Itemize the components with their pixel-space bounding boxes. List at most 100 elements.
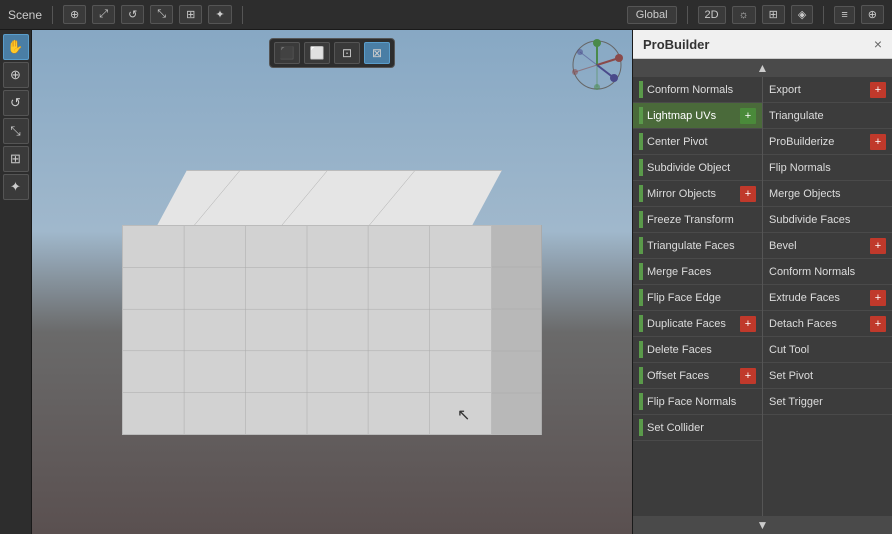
pb-plus-btn[interactable]: + (740, 108, 756, 124)
pb-left-item-9[interactable]: Duplicate Faces+ (633, 311, 762, 337)
pb-separator (639, 81, 643, 98)
pb-plus-btn[interactable]: + (870, 134, 886, 150)
pb-left-item-12[interactable]: Flip Face Normals (633, 389, 762, 415)
pb-header: ProBuilder × (633, 30, 892, 59)
pb-item-label: ProBuilderize (769, 136, 870, 148)
pb-plus-btn[interactable]: + (740, 316, 756, 332)
pb-right-item-6[interactable]: Bevel+ (763, 233, 892, 259)
pb-left-item-2[interactable]: Center Pivot (633, 129, 762, 155)
left-toolbar: ✋ ⊕ ↺ ⤡ ⊞ ✦ (0, 30, 32, 534)
pb-plus-btn[interactable]: + (870, 82, 886, 98)
nav-gizmo[interactable] (567, 35, 627, 95)
pb-item-label: Extrude Faces (769, 292, 870, 304)
move-mode-btn[interactable]: ⤢ (92, 5, 115, 24)
pb-separator (639, 211, 643, 228)
pb-left-item-5[interactable]: Freeze Transform (633, 207, 762, 233)
pb-right-item-9[interactable]: Detach Faces+ (763, 311, 892, 337)
pb-right-item-10[interactable]: Cut Tool (763, 337, 892, 363)
pb-item-label: Merge Faces (647, 266, 756, 278)
pb-separator (639, 341, 643, 358)
pb-separator (639, 133, 643, 150)
pb-left-item-4[interactable]: Mirror Objects+ (633, 181, 762, 207)
pb-right-item-1[interactable]: Triangulate (763, 103, 892, 129)
pb-scroll-down-btn[interactable]: ▼ (633, 516, 892, 534)
pb-left-item-13[interactable]: Set Collider (633, 415, 762, 441)
pb-item-label: Export (769, 84, 870, 96)
right-grid (492, 225, 541, 435)
vert-mode-btn[interactable]: ⬛ (274, 42, 300, 64)
pb-right-item-5[interactable]: Subdivide Faces (763, 207, 892, 233)
pb-item-label: Freeze Transform (647, 214, 756, 226)
light-view-btn[interactable]: ☼ (732, 6, 756, 24)
pb-item-label: Center Pivot (647, 136, 756, 148)
persp-mode-btn[interactable]: ⊕ (63, 5, 86, 24)
pb-left-item-6[interactable]: Triangulate Faces (633, 233, 762, 259)
pb-left-item-1[interactable]: Lightmap UVs+ (633, 103, 762, 129)
rect-tool-btn[interactable]: ⊞ (3, 146, 29, 172)
pb-separator (639, 315, 643, 332)
pb-left-item-10[interactable]: Delete Faces (633, 337, 762, 363)
pb-plus-btn[interactable]: + (740, 368, 756, 384)
pb-item-label: Set Collider (647, 422, 756, 434)
rect-mode-btn[interactable]: ⊞ (179, 5, 202, 24)
pb-scroll-up-btn[interactable]: ▲ (633, 59, 892, 77)
pb-item-label: Offset Faces (647, 370, 740, 382)
pb-right-item-11[interactable]: Set Pivot (763, 363, 892, 389)
pb-separator (639, 393, 643, 410)
pb-right-item-7[interactable]: Conform Normals (763, 259, 892, 285)
pb-right-item-8[interactable]: Extrude Faces+ (763, 285, 892, 311)
face-mode-btn[interactable]: ⊡ (334, 42, 360, 64)
rotate-tool-btn[interactable]: ↺ (3, 90, 29, 116)
pb-item-label: Cut Tool (769, 344, 886, 356)
multi-mode-btn[interactable]: ✦ (208, 5, 231, 24)
hand-tool-btn[interactable]: ✋ (3, 34, 29, 60)
2d-view-btn[interactable]: 2D (698, 6, 726, 24)
pb-item-label: Subdivide Object (647, 162, 756, 174)
viewport[interactable]: ⬛ ⬜ ⊡ ⊠ (32, 30, 632, 534)
pb-left-item-11[interactable]: Offset Faces+ (633, 363, 762, 389)
pb-close-btn[interactable]: × (874, 36, 882, 52)
pb-columns: Conform Normals Lightmap UVs+ Center Pivot… (633, 77, 892, 516)
pb-plus-btn[interactable]: + (870, 238, 886, 254)
cam-view-btn[interactable]: ◈ (791, 5, 813, 24)
global-btn[interactable]: Global (627, 6, 677, 24)
pb-separator (639, 185, 643, 202)
scale-tool-btn[interactable]: ⤡ (3, 118, 29, 144)
pb-item-label: Merge Objects (769, 188, 886, 200)
pb-item-label: Conform Normals (647, 84, 756, 96)
obj-mode-btn[interactable]: ⊠ (364, 42, 390, 64)
pb-item-label: Subdivide Faces (769, 214, 886, 226)
gizmo-btn[interactable]: ⊕ (861, 5, 884, 24)
pb-item-label: Flip Normals (769, 162, 886, 174)
layers-btn[interactable]: ≡ (834, 6, 854, 24)
front-grid (123, 226, 491, 434)
pb-item-label: Conform Normals (769, 266, 886, 278)
edge-mode-btn[interactable]: ⬜ (304, 42, 330, 64)
pb-left-item-3[interactable]: Subdivide Object (633, 155, 762, 181)
scene-label: Scene (8, 8, 42, 22)
pb-right-item-12[interactable]: Set Trigger (763, 389, 892, 415)
move-tool-btn[interactable]: ⊕ (3, 62, 29, 88)
pb-plus-btn[interactable]: + (870, 316, 886, 332)
pb-plus-btn[interactable]: + (870, 290, 886, 306)
pb-right-col: Export+TriangulateProBuilderize+Flip Nor… (763, 77, 892, 516)
pb-plus-btn[interactable]: + (740, 186, 756, 202)
pb-right-item-2[interactable]: ProBuilderize+ (763, 129, 892, 155)
pb-right-item-4[interactable]: Merge Objects (763, 181, 892, 207)
rotate-mode-btn[interactable]: ↺ (121, 5, 144, 24)
all-tool-btn[interactable]: ✦ (3, 174, 29, 200)
3d-box (112, 170, 512, 440)
pb-right-item-0[interactable]: Export+ (763, 77, 892, 103)
divider3 (687, 6, 688, 24)
pb-left-item-0[interactable]: Conform Normals (633, 77, 762, 103)
pb-left-item-8[interactable]: Flip Face Edge (633, 285, 762, 311)
grid-view-btn[interactable]: ⊞ (762, 5, 785, 24)
scale-mode-btn[interactable]: ⤡ (150, 5, 173, 24)
box-front-face (122, 225, 492, 435)
box-right-face (492, 225, 542, 435)
pb-right-item-3[interactable]: Flip Normals (763, 155, 892, 181)
pb-item-label: Flip Face Normals (647, 396, 756, 408)
pb-separator (639, 289, 643, 306)
divider (52, 6, 53, 24)
pb-left-item-7[interactable]: Merge Faces (633, 259, 762, 285)
